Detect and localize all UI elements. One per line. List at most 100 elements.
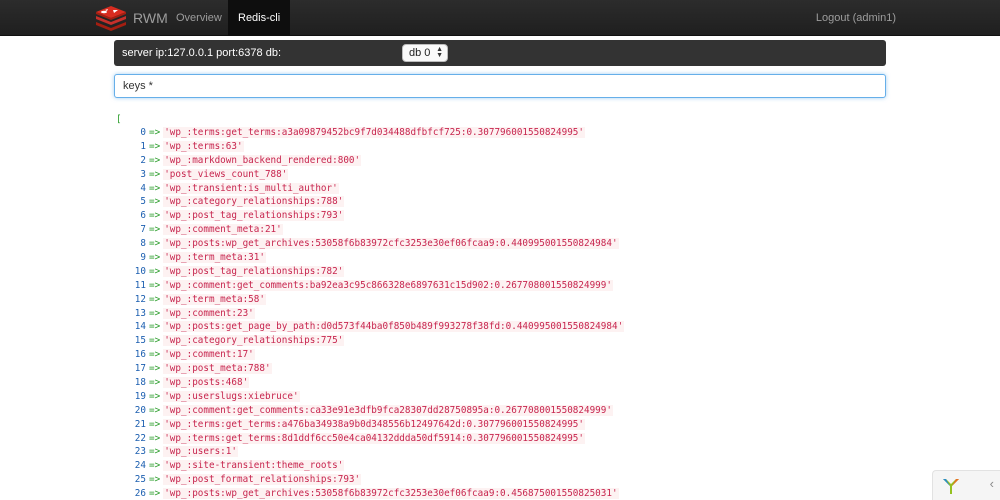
output-row: 17 =>'wp_:post_meta:788' (116, 362, 896, 376)
row-key: 'wp_:users:1' (163, 446, 238, 458)
row-arrow: => (149, 474, 161, 486)
row-index: 13 (134, 307, 146, 319)
row-key: 'wp_:term_meta:58' (163, 293, 266, 305)
row-index: 14 (134, 321, 146, 333)
row-arrow: => (149, 182, 161, 194)
output-row: 12 =>'wp_:term_meta:58' (116, 293, 896, 307)
output-row: 23 =>'wp_:users:1' (116, 445, 896, 459)
db-select-value: db 0 (409, 47, 431, 59)
output-row: 2 =>'wp_:markdown_backend_rendered:800' (116, 154, 896, 168)
row-arrow: => (149, 446, 161, 458)
row-index: 24 (134, 460, 146, 472)
row-arrow: => (149, 210, 161, 222)
row-key: 'wp_:site-transient:theme_roots' (163, 460, 345, 472)
row-arrow: => (149, 390, 161, 402)
row-arrow: => (149, 140, 161, 152)
output-row: 6 =>'wp_:post_tag_relationships:793' (116, 209, 896, 223)
row-key: 'wp_:userslugs:xiebruce' (163, 390, 300, 402)
row-arrow: => (149, 127, 161, 138)
row-key: 'wp_:post_format_relationships:793' (163, 474, 362, 486)
row-arrow: => (149, 196, 161, 208)
row-key: 'wp_:transient:is_multi_author' (163, 182, 339, 194)
row-key: 'wp_:posts:wp_get_archives:53058f6b83972… (163, 238, 619, 250)
row-index: 5 (140, 196, 146, 208)
logout-link[interactable]: Logout (admin1) (816, 0, 896, 36)
row-index: 11 (134, 279, 146, 291)
navbar-inner: RWM Overview Redis-cli Logout (admin1) (93, 0, 907, 36)
row-arrow: => (149, 265, 161, 277)
output-row: 9 =>'wp_:term_meta:31' (116, 251, 896, 265)
row-arrow: => (149, 224, 161, 236)
row-index: 6 (140, 210, 146, 222)
row-index: 26 (134, 488, 146, 500)
row-key: 'wp_:comment:get_comments:ca33e91e3dfb9f… (163, 404, 613, 416)
redis-logo-icon (96, 5, 126, 31)
chevron-left-icon[interactable]: ‹ (990, 476, 994, 491)
row-index: 10 (134, 265, 146, 277)
row-arrow: => (149, 252, 161, 264)
row-arrow: => (149, 418, 161, 430)
row-key: 'wp_:comment:get_comments:ba92ea3c95c866… (163, 279, 613, 291)
row-index: 25 (134, 474, 146, 486)
debug-toolbar[interactable]: ‹ (932, 470, 1000, 500)
row-arrow: => (149, 432, 161, 444)
output-row: 11 =>'wp_:comment:get_comments:ba92ea3c95… (116, 279, 896, 293)
row-key: 'wp_:post_meta:788' (163, 363, 272, 375)
row-key: 'wp_:comment:17' (163, 349, 255, 361)
output-row: 22 =>'wp_:terms:get_terms:8d1ddf6cc50e4ca… (116, 432, 896, 446)
row-key: 'wp_:post_tag_relationships:793' (163, 210, 345, 222)
row-arrow: => (149, 460, 161, 472)
row-index: 17 (134, 363, 146, 375)
row-key: 'wp_:category_relationships:775' (163, 335, 345, 347)
row-index: 9 (140, 252, 146, 264)
row-index: 15 (134, 335, 146, 347)
row-index: 18 (134, 377, 146, 389)
output-row: 20 =>'wp_:comment:get_comments:ca33e91e3d… (116, 404, 896, 418)
row-index: 23 (134, 446, 146, 458)
row-arrow: => (149, 488, 161, 500)
row-index: 20 (134, 404, 146, 416)
row-arrow: => (149, 293, 161, 305)
row-index: 4 (140, 182, 146, 194)
row-index: 12 (134, 293, 146, 305)
row-key: 'wp_:category_relationships:788' (163, 196, 345, 208)
output-row: 14 =>'wp_:posts:get_page_by_path:d0d573f4… (116, 320, 896, 334)
nav-redis-cli[interactable]: Redis-cli (228, 0, 291, 36)
row-arrow: => (149, 154, 161, 166)
row-arrow: => (149, 335, 161, 347)
output-row: 4 =>'wp_:transient:is_multi_author' (116, 182, 896, 196)
output-row: 0 =>'wp_:terms:get_terms:a3a09879452bc9f7… (116, 126, 896, 140)
output-row: 25 =>'wp_:post_format_relationships:793' (116, 473, 896, 487)
row-key: 'wp_:terms:get_terms:8d1ddf6cc50e4ca0413… (163, 432, 585, 444)
command-input[interactable] (114, 74, 886, 98)
output-row: 26 =>'wp_:posts:wp_get_archives:53058f6b8… (116, 487, 896, 500)
row-index: 3 (140, 168, 146, 180)
row-index: 1 (140, 140, 146, 152)
row-arrow: => (149, 279, 161, 291)
server-info-text: server ip:127.0.0.1 port:6378 db: (122, 47, 281, 59)
output-open-bracket: [ (116, 114, 122, 125)
row-arrow: => (149, 321, 161, 333)
output-row: 7 =>'wp_:comment_meta:21' (116, 223, 896, 237)
output-rows: 0 =>'wp_:terms:get_terms:a3a09879452bc9f7… (116, 126, 896, 500)
output-row: 1 =>'wp_:terms:63' (116, 140, 896, 154)
updown-arrows-icon: ▲ ▼ (436, 46, 443, 59)
nav-overview[interactable]: Overview (166, 0, 232, 36)
row-key: 'wp_:comment:23' (163, 307, 255, 319)
row-key: 'wp_:terms:get_terms:a3a09879452bc9f7d03… (163, 127, 585, 138)
row-key: 'post_views_count_788' (163, 168, 289, 180)
db-select[interactable]: db 0 ▲ ▼ (402, 44, 448, 62)
brand[interactable]: RWM (93, 0, 168, 36)
row-arrow: => (149, 307, 161, 319)
output-row: 15 =>'wp_:category_relationships:775' (116, 334, 896, 348)
row-index: 7 (140, 224, 146, 236)
row-key: 'wp_:posts:468' (163, 377, 250, 389)
row-key: 'wp_:comment_meta:21' (163, 224, 283, 236)
output-row: 8 =>'wp_:posts:wp_get_archives:53058f6b83… (116, 237, 896, 251)
server-info-bar: server ip:127.0.0.1 port:6378 db: db 0 ▲… (114, 40, 886, 66)
yii-logo-icon (943, 479, 959, 494)
top-navbar: RWM Overview Redis-cli Logout (admin1) (0, 0, 1000, 36)
row-arrow: => (149, 349, 161, 361)
row-index: 8 (140, 238, 146, 250)
output-row: 21 =>'wp_:terms:get_terms:a476ba34938a9b0… (116, 418, 896, 432)
